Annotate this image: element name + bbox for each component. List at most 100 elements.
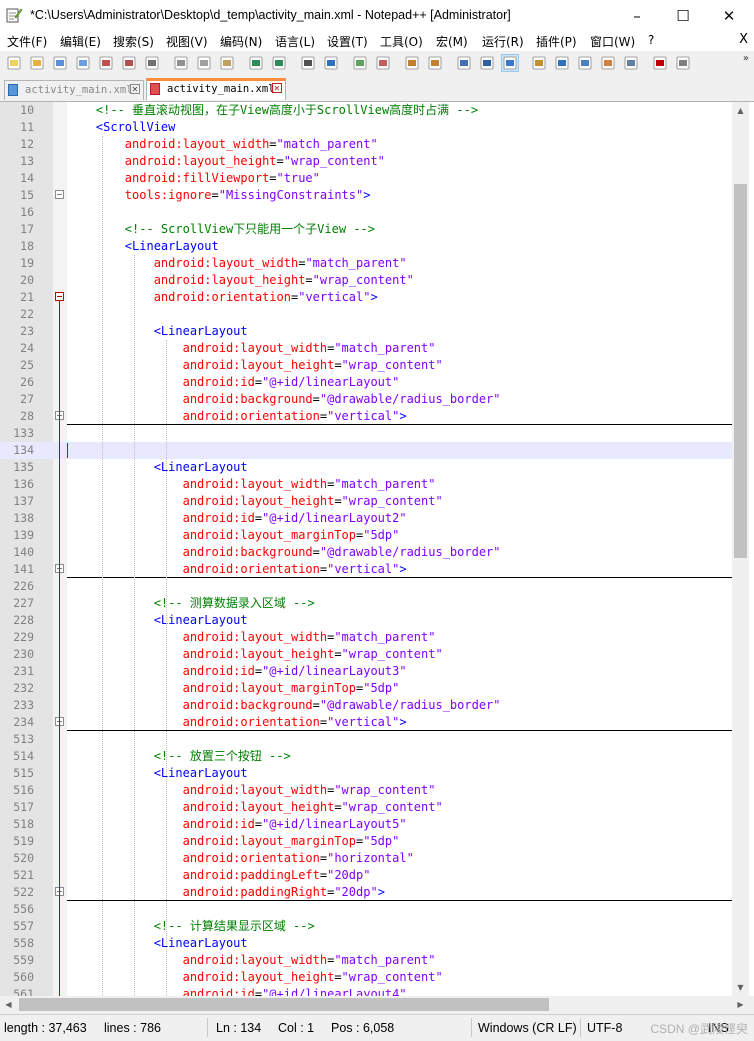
code-line[interactable]: 522 android:paddingRight="20dp"> xyxy=(0,884,732,901)
code-line[interactable]: 559 android:layout_width="match_parent" xyxy=(0,952,732,969)
maximize-button[interactable]: ☐ xyxy=(660,0,706,31)
start-recording-icon[interactable] xyxy=(652,55,668,71)
status-encoding[interactable]: UTF-8 xyxy=(587,1021,622,1035)
redo-icon[interactable] xyxy=(271,55,287,71)
function-list-icon[interactable] xyxy=(577,55,593,71)
code-line[interactable]: 141 android:orientation="vertical"> xyxy=(0,561,732,578)
code-line[interactable]: 519 android:layout_marginTop="5dp" xyxy=(0,833,732,850)
zoom-in-icon[interactable] xyxy=(352,55,368,71)
fold-collapse-icon[interactable] xyxy=(55,190,64,199)
menu-window[interactable]: 窗口(W) xyxy=(590,33,635,50)
code-line[interactable]: 26 android:id="@+id/linearLayout" xyxy=(0,374,732,391)
close-all-icon[interactable] xyxy=(121,55,137,71)
find-icon[interactable] xyxy=(300,55,316,71)
code-line[interactable]: 229 android:layout_width="match_parent" xyxy=(0,629,732,646)
code-line[interactable]: 139 android:layout_marginTop="5dp" xyxy=(0,527,732,544)
code-line[interactable]: 14 android:fillViewport="true" xyxy=(0,170,732,187)
code-line[interactable]: 25 android:layout_height="wrap_content" xyxy=(0,357,732,374)
menu-search[interactable]: 搜索(S) xyxy=(113,33,154,50)
code-line[interactable]: 133 xyxy=(0,425,732,442)
code-editor[interactable]: 10 <!-- 垂直滚动视图，在子View高度小于ScrollView高度时占满… xyxy=(0,102,754,996)
code-line[interactable]: 556 xyxy=(0,901,732,918)
scroll-down-icon[interactable]: ▼ xyxy=(732,979,749,996)
fold-collapse-icon[interactable] xyxy=(55,292,64,301)
menu-file[interactable]: 文件(F) xyxy=(7,33,47,50)
menu-tools[interactable]: 工具(O) xyxy=(380,33,423,50)
code-line[interactable]: 12 android:layout_width="match_parent" xyxy=(0,136,732,153)
code-line[interactable]: 22 xyxy=(0,306,732,323)
tab-close-icon[interactable]: ✕ xyxy=(272,83,282,93)
code-line[interactable]: 27 android:background="@drawable/radius_… xyxy=(0,391,732,408)
menu-help[interactable]: ? xyxy=(648,33,654,47)
code-line[interactable]: 18 <LinearLayout xyxy=(0,238,732,255)
tab-activity-main-1[interactable]: activity_main.xml ✕ xyxy=(4,80,144,100)
show-all-chars-icon[interactable] xyxy=(479,55,495,71)
code-line[interactable]: 16 xyxy=(0,204,732,221)
code-line[interactable]: 558 <LinearLayout xyxy=(0,935,732,952)
zoom-out-icon[interactable] xyxy=(375,55,391,71)
sync-horizontal-icon[interactable] xyxy=(427,55,443,71)
code-line[interactable]: 17 <!-- ScrollView下只能用一个子View --> xyxy=(0,221,732,238)
menu-settings[interactable]: 设置(T) xyxy=(327,33,368,50)
print-icon[interactable] xyxy=(144,55,160,71)
menu-encoding[interactable]: 编码(N) xyxy=(220,33,262,50)
code-line[interactable]: 19 android:layout_width="match_parent" xyxy=(0,255,732,272)
horizontal-scroll-thumb[interactable] xyxy=(19,998,549,1011)
code-line[interactable]: 227 <!-- 测算数据录入区域 --> xyxy=(0,595,732,612)
menu-macro[interactable]: 宏(M) xyxy=(436,33,468,50)
code-line[interactable]: 520 android:orientation="horizontal" xyxy=(0,850,732,867)
code-line[interactable]: 557 <!-- 计算结果显示区域 --> xyxy=(0,918,732,935)
indent-guide-icon[interactable] xyxy=(501,54,519,72)
code-line[interactable]: 11 <ScrollView xyxy=(0,119,732,136)
word-wrap-icon[interactable] xyxy=(456,55,472,71)
document-map-icon[interactable] xyxy=(554,55,570,71)
code-line[interactable]: 233 android:background="@drawable/radius… xyxy=(0,697,732,714)
code-line[interactable]: 28 android:orientation="vertical"> xyxy=(0,408,732,425)
scroll-right-icon[interactable]: ▶ xyxy=(732,996,749,1013)
code-line[interactable]: 516 android:layout_width="wrap_content" xyxy=(0,782,732,799)
sync-vertical-icon[interactable] xyxy=(404,55,420,71)
stop-recording-icon[interactable] xyxy=(675,55,691,71)
scroll-up-icon[interactable]: ▲ xyxy=(732,102,749,119)
code-line[interactable]: 20 android:layout_height="wrap_content" xyxy=(0,272,732,289)
code-line[interactable]: 21 android:orientation="vertical"> xyxy=(0,289,732,306)
menu-view[interactable]: 视图(V) xyxy=(166,33,208,50)
menu-language[interactable]: 语言(L) xyxy=(275,33,315,50)
replace-icon[interactable] xyxy=(323,55,339,71)
menu-run[interactable]: 运行(R) xyxy=(482,33,524,50)
close-document-button[interactable]: X xyxy=(739,32,748,47)
menu-edit[interactable]: 编辑(E) xyxy=(60,33,101,50)
code-line[interactable]: 137 android:layout_height="wrap_content" xyxy=(0,493,732,510)
code-line[interactable]: 226 xyxy=(0,578,732,595)
tab-activity-main-2[interactable]: activity_main.xml ✕ xyxy=(146,78,286,100)
paste-icon[interactable] xyxy=(219,55,235,71)
status-eol[interactable]: Windows (CR LF) xyxy=(478,1021,577,1035)
code-line[interactable]: 515 <LinearLayout xyxy=(0,765,732,782)
code-line[interactable]: 513 xyxy=(0,731,732,748)
code-line[interactable]: 514 <!-- 放置三个按钮 --> xyxy=(0,748,732,765)
horizontal-scrollbar[interactable]: ◀ ▶ xyxy=(0,996,749,1013)
code-line[interactable]: 521 android:paddingLeft="20dp" xyxy=(0,867,732,884)
code-line[interactable]: 517 android:layout_height="wrap_content" xyxy=(0,799,732,816)
vertical-scroll-thumb[interactable] xyxy=(734,184,747,558)
scroll-left-icon[interactable]: ◀ xyxy=(0,996,17,1013)
open-file-icon[interactable] xyxy=(29,55,45,71)
code-line[interactable]: 230 android:layout_height="wrap_content" xyxy=(0,646,732,663)
code-line[interactable]: 518 android:id="@+id/linearLayout5" xyxy=(0,816,732,833)
user-language-icon[interactable] xyxy=(531,55,547,71)
menu-plugins[interactable]: 插件(P) xyxy=(536,33,577,50)
code-line[interactable]: 23 <LinearLayout xyxy=(0,323,732,340)
code-line[interactable]: 138 android:id="@+id/linearLayout2" xyxy=(0,510,732,527)
code-line[interactable]: 13 android:layout_height="wrap_content" xyxy=(0,153,732,170)
toolbar-overflow-button[interactable]: » xyxy=(743,53,749,64)
code-line[interactable]: 231 android:id="@+id/linearLayout3" xyxy=(0,663,732,680)
code-line[interactable]: 232 android:layout_marginTop="5dp" xyxy=(0,680,732,697)
tab-close-icon[interactable]: ✕ xyxy=(130,84,140,94)
monitoring-icon[interactable] xyxy=(623,55,639,71)
cut-icon[interactable] xyxy=(173,55,189,71)
code-line[interactable]: 140 android:background="@drawable/radius… xyxy=(0,544,732,561)
code-line[interactable]: 228 <LinearLayout xyxy=(0,612,732,629)
minimize-button[interactable]: – xyxy=(614,0,660,31)
code-line[interactable]: 24 android:layout_width="match_parent" xyxy=(0,340,732,357)
code-line[interactable]: 560 android:layout_height="wrap_content" xyxy=(0,969,732,986)
